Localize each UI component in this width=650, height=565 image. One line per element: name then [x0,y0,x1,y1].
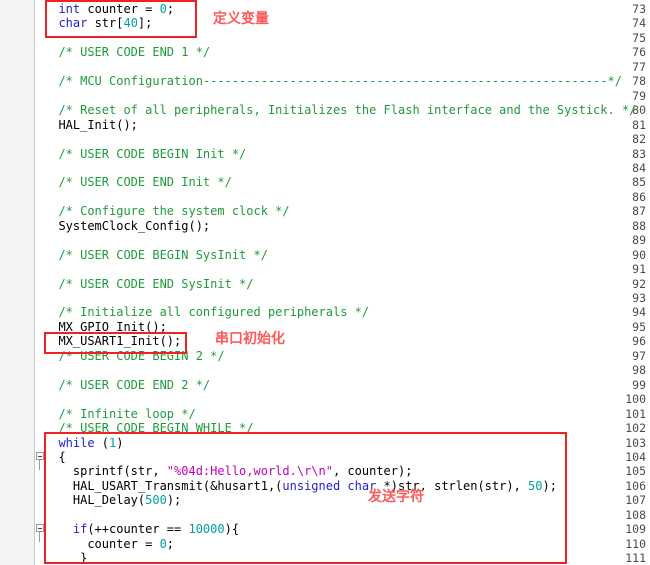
code-token-pln: ); [542,478,557,493]
code-token-cmt: /* USER CODE BEGIN Init */ [58,146,247,161]
code-line[interactable]: HAL_Init(); [58,117,137,133]
code-line[interactable]: /* USER CODE END 2 */ [58,377,210,393]
fold-collapse-icon[interactable] [36,524,44,533]
code-line[interactable]: /* Reset of all peripherals, Initializes… [58,102,636,118]
code-token-kw: unsigned char [282,478,377,493]
code-line[interactable]: char str[40]; [58,15,152,31]
code-token-cmt: /* USER CODE END 1 */ [58,45,211,60]
code-line[interactable]: /* USER CODE END 1 */ [58,44,210,60]
code-token-cmt: /* USER CODE END Init */ [58,175,232,190]
annotation-uart-init: 串口初始化 [215,331,285,347]
code-token-kw: char [58,16,88,31]
code-token-pln: ; [166,536,175,551]
code-line[interactable]: /* MCU Configuration--------------------… [58,73,622,89]
code-token-cmt: /* MCU Configuration--------------------… [58,74,622,89]
code-token-cmt: /* Reset of all peripherals, Initializes… [58,103,637,118]
fold-collapse-icon[interactable] [36,451,44,460]
fold-guide-line [39,532,40,543]
code-token-pln: ; [166,2,175,16]
code-token-num: 50 [528,478,543,493]
code-token-pln: counter = [80,2,160,16]
code-token-cmt: /* Infinite loop */ [58,406,196,421]
code-token-pln: sprintf(str, [72,464,167,479]
code-token-num: 10000 [188,522,225,537]
code-token-pln: MX_GPIO_Init(); [58,319,167,334]
code-token-cmt: /* USER CODE END 2 */ [58,377,211,392]
code-token-pln: { [58,449,66,464]
code-token-pln: , counter); [332,464,413,479]
code-token-pln: HAL_Delay( [72,493,146,508]
code-line[interactable]: /* USER CODE END Init */ [58,174,231,190]
code-token-pln: ( [94,435,110,450]
code-token-num: 0 [159,536,167,551]
code-line[interactable]: counter = 0; [87,536,174,552]
code-token-pln: ]; [137,16,153,31]
annotation-define-variables: 定义变量 [213,11,269,27]
code-line[interactable]: /* USER CODE BEGIN Init */ [58,146,246,162]
code-token-kw: int [58,2,81,16]
code-token-pln: SystemClock_Config(); [58,218,211,233]
code-line[interactable]: } [80,550,87,565]
code-token-pln: (++counter == [87,522,189,537]
code-line[interactable]: /* USER CODE BEGIN SysInit */ [58,247,268,263]
code-line[interactable]: while (1) [58,435,123,451]
code-token-num: 500 [145,493,167,508]
code-token-cmt: /* USER CODE BEGIN WHILE */ [58,421,254,436]
code-token-pln: HAL_USART_Transmit(&husart1,( [72,478,283,493]
code-token-cmt: /* USER CODE BEGIN SysInit */ [58,247,268,262]
code-token-pln: str[ [87,16,124,31]
code-token-num: 40 [123,16,138,31]
code-token-pln: ) [116,435,124,450]
code-token-cmt: /* USER CODE END SysInit */ [58,276,254,291]
line-number-gutter [0,0,35,565]
code-token-kw: while [58,435,95,450]
code-text-area[interactable]: int counter = 0; char str[40]; /* USER COD… [44,0,650,565]
code-line[interactable]: HAL_Delay(500); [73,492,181,508]
code-token-cmt: /* Initialize all configured peripherals… [58,305,370,320]
code-token-pln: } [80,551,88,565]
code-token-cmt: /* USER CODE BEGIN 2 */ [58,348,225,363]
code-folding-gutter[interactable] [35,0,44,565]
code-editor-window: 73 74 75 76 77 78 79 80 81 82 83 84 85 86 87 88 89 90 91 92… [0,0,650,565]
code-token-pln: MX_USART1_Init(); [58,334,182,349]
code-token-cmt: /* Configure the system clock */ [58,204,290,219]
code-token-kw: if [72,522,88,537]
code-line[interactable]: /* USER CODE BEGIN 2 */ [58,348,224,364]
code-token-pln: ){ [224,522,240,537]
code-token-pln: ); [166,493,182,508]
fold-guide-line [39,459,40,470]
code-token-num: 0 [159,2,167,16]
code-line[interactable]: { [58,449,65,465]
code-token-str: "%04d:Hello,world.\r\n" [166,464,333,479]
code-line[interactable]: SystemClock_Config(); [58,218,210,234]
code-token-pln: counter = [87,536,160,551]
annotation-send-characters: 发送字符 [368,489,424,505]
code-line[interactable]: /* USER CODE END SysInit */ [58,276,253,292]
code-token-pln: HAL_Init(); [58,117,138,132]
